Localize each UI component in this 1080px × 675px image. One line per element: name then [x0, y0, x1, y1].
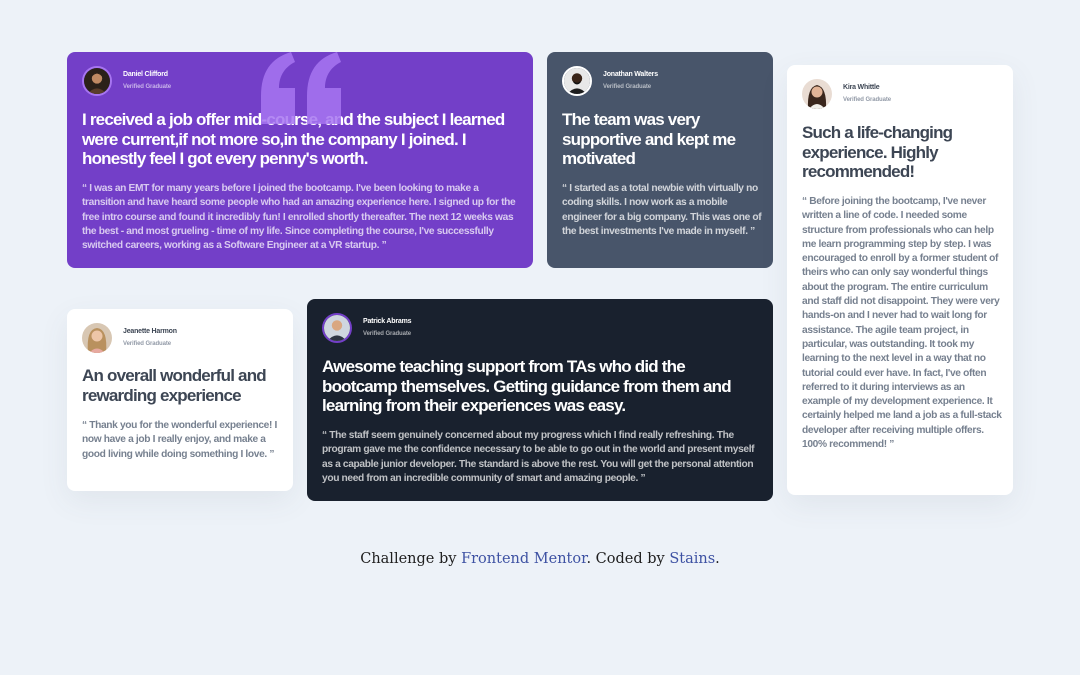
- testimonial-body: “ The staff seem genuinely concerned abo…: [322, 430, 755, 484]
- author: Kira Whittle Verified Graduate: [802, 79, 891, 109]
- testimonial-headline: An overall wonderful and rewarding exper…: [82, 366, 267, 405]
- author-name: Daniel Clifford: [123, 71, 168, 78]
- avatar: [82, 323, 112, 353]
- author-meta: Daniel Clifford Verified Graduate: [123, 68, 171, 94]
- author-name: Patrick Abrams: [363, 318, 412, 325]
- author-name: Kira Whittle: [843, 84, 880, 91]
- avatar: [82, 66, 112, 96]
- testimonial-card-jeanette: Jeanette Harmon Verified Graduate An ove…: [67, 309, 293, 491]
- testimonial-body: “ Before joining the bootcamp, I've neve…: [802, 196, 1002, 451]
- attribution-prefix: Challenge by: [360, 551, 457, 567]
- avatar: [322, 313, 352, 343]
- attribution-suffix: .: [715, 551, 720, 567]
- avatar: [802, 79, 832, 109]
- author: Jonathan Walters Verified Graduate: [562, 66, 658, 96]
- author: Daniel Clifford Verified Graduate: [82, 66, 171, 96]
- author-name: Jeanette Harmon: [123, 328, 177, 335]
- author-status: Verified Graduate: [843, 97, 891, 103]
- testimonial-card-patrick: Patrick Abrams Verified Graduate Awesome…: [307, 299, 773, 501]
- author-link[interactable]: Stains: [669, 551, 715, 567]
- author-meta: Kira Whittle Verified Graduate: [843, 81, 891, 107]
- testimonial-body: “ Thank you for the wonderful experience…: [82, 420, 277, 460]
- author-meta: Patrick Abrams Verified Graduate: [363, 315, 412, 341]
- author-status: Verified Graduate: [363, 331, 411, 337]
- author-status: Verified Graduate: [603, 84, 651, 90]
- testimonial-body: “ I started as a total newbie with virtu…: [562, 183, 762, 237]
- quotation-icon: [261, 52, 341, 124]
- author-status: Verified Graduate: [123, 84, 171, 90]
- author-name: Jonathan Walters: [603, 71, 658, 78]
- testimonial-card-kira: Kira Whittle Verified Graduate Such a li…: [787, 65, 1013, 495]
- testimonial-headline: Such a life-changing experience. Highly …: [802, 123, 953, 181]
- attribution-middle: . Coded by: [586, 551, 665, 567]
- testimonial-card-jonathan: Jonathan Walters Verified Graduate The t…: [547, 52, 773, 268]
- attribution: Challenge by Frontend Mentor. Coded by S…: [0, 551, 1080, 567]
- author: Jeanette Harmon Verified Graduate: [82, 323, 177, 353]
- testimonial-body: “ I was an EMT for many years before I j…: [82, 183, 516, 252]
- author: Patrick Abrams Verified Graduate: [322, 313, 412, 343]
- author-meta: Jeanette Harmon Verified Graduate: [123, 325, 177, 351]
- testimonial-headline: Awesome teaching support from TAs who di…: [322, 357, 732, 415]
- avatar: [562, 66, 592, 96]
- author-meta: Jonathan Walters Verified Graduate: [603, 68, 658, 94]
- testimonial-headline: The team was very supportive and kept me…: [562, 110, 736, 168]
- author-status: Verified Graduate: [123, 341, 171, 347]
- frontend-mentor-link[interactable]: Frontend Mentor: [461, 551, 586, 567]
